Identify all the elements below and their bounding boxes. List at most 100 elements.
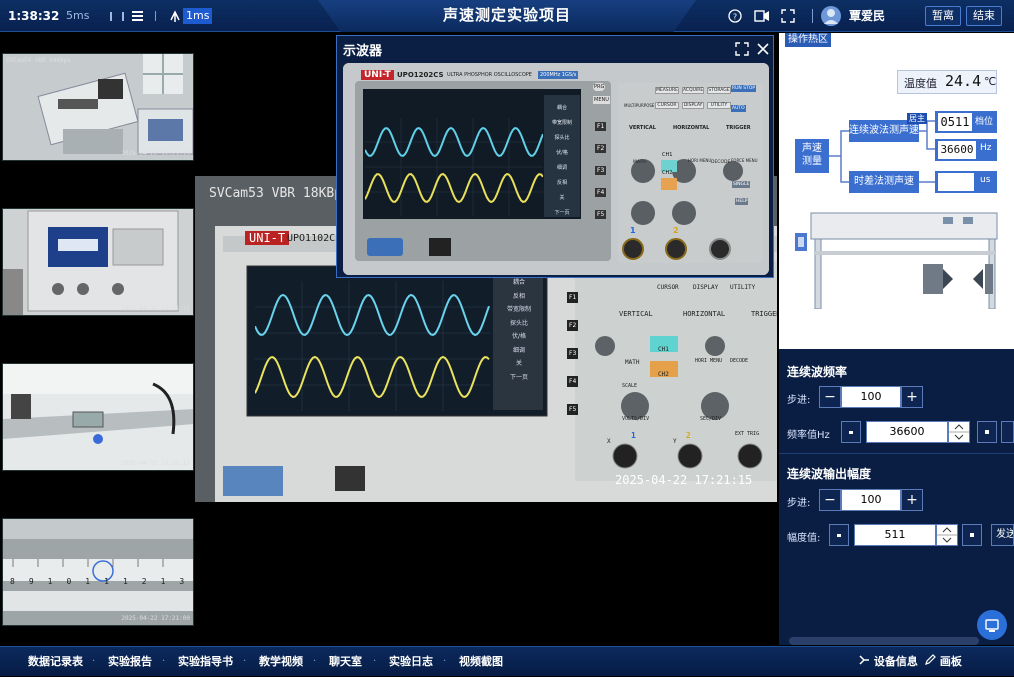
osc-ch2-button[interactable]: CH2	[662, 170, 672, 176]
latency-label: 5ms	[66, 9, 90, 22]
osc-button[interactable]: CURSOR	[655, 102, 679, 109]
osc-math-button[interactable]: MATH	[633, 160, 646, 165]
softmenu-item: 细调	[556, 165, 567, 171]
fkey: F5	[567, 404, 579, 415]
osc-force-button[interactable]: FORCE MENU	[731, 158, 758, 163]
camera-feed-overview[interactable]: SVCam54 VBR 64Kbps 2025-04-22 17:21:15	[2, 53, 194, 161]
camera-timestamp: 2025-04-22 17:21:15	[121, 305, 190, 312]
camera-timestamp: 2025-04-22 17:21:15	[121, 150, 190, 157]
device-info-link[interactable]: 设备信息	[858, 647, 918, 677]
nav-data-record[interactable]: 数据记录表	[28, 647, 83, 677]
help-icon[interactable]: ?	[728, 0, 742, 32]
osc-runstop-button[interactable]: RUN STOP	[731, 85, 757, 92]
nav-chat[interactable]: 聊天室	[329, 647, 362, 677]
camera-feed-generator[interactable]: 2025-04-22 17:21:15	[2, 208, 194, 316]
scope-knob-label: VOLTS/DIV	[622, 416, 650, 422]
horizontal-scrollbar[interactable]	[789, 637, 979, 645]
osc-spec: 200MHz 1GS/s	[538, 71, 579, 79]
nav-separator: ·	[162, 656, 166, 667]
scope-knob-label: SEC/DIV	[700, 416, 722, 422]
freq-decrease-button[interactable]	[841, 421, 861, 443]
camera-icon[interactable]	[754, 0, 770, 32]
fkey: F2	[567, 320, 579, 331]
osc-ch1-button[interactable]: CH1	[662, 152, 672, 158]
freq-step-increase-button[interactable]: +	[901, 386, 923, 408]
osc-help-button[interactable]: HELP	[735, 198, 749, 205]
fullscreen-icon[interactable]	[735, 41, 749, 60]
amp-spinner[interactable]	[936, 524, 958, 546]
freq-value-label: 频率值Hz	[787, 430, 830, 441]
nav-video[interactable]: 教学视频	[259, 647, 303, 677]
list-icon[interactable]	[131, 0, 145, 32]
freq-spinner[interactable]	[948, 421, 970, 443]
time-value	[938, 173, 974, 191]
nav-report[interactable]: 实验报告	[108, 647, 152, 677]
temperature-label: 温度值	[904, 77, 937, 90]
osc-button[interactable]: MEASURE	[655, 87, 679, 94]
username: 覃爱民	[849, 9, 886, 23]
freq-section-title: 连续波频率	[787, 365, 848, 379]
lab-overview-image	[3, 54, 193, 160]
osc-button[interactable]: DISPLAY	[681, 102, 705, 109]
canvas-link[interactable]: 画板	[924, 647, 962, 677]
amp-increase-button[interactable]	[962, 524, 982, 546]
freq-step-decrease-button[interactable]: −	[819, 386, 841, 408]
leave-button[interactable]: 暂离	[925, 6, 961, 26]
device-info-label: 设备信息	[873, 655, 918, 668]
freq-step-input[interactable]: 100	[841, 386, 901, 408]
nav-screenshot[interactable]: 视频截图	[459, 647, 503, 677]
fullscreen-icon[interactable]	[781, 0, 795, 32]
freq-value-input[interactable]: 36600	[866, 421, 948, 443]
ruler-scale: 891011121314	[10, 577, 193, 586]
amp-step-input[interactable]: 100	[841, 489, 901, 511]
osc-button[interactable]: ACQUIRE	[681, 87, 705, 94]
nav-log[interactable]: 实验日志	[389, 647, 433, 677]
waveform-display	[255, 281, 490, 411]
pencil-icon	[925, 654, 936, 665]
nav-separator: ·	[313, 656, 317, 667]
osc-menu-button[interactable]: MENU	[593, 96, 610, 104]
right-panel: 操作热区 温度值 24.4 ℃ 声速 测量 连续波法测声速 居主 时差法测声速 …	[779, 33, 1014, 645]
amp-decrease-button[interactable]	[829, 524, 849, 546]
fkey: F3	[567, 348, 579, 359]
waveform-display	[365, 118, 543, 216]
freq-send-button[interactable]	[1001, 421, 1014, 443]
scope-section: TRIGGER	[751, 310, 777, 318]
osc-button[interactable]: UTILITY	[707, 102, 731, 109]
fkey-button[interactable]: F1	[595, 122, 607, 131]
freq-increase-button[interactable]	[977, 421, 997, 443]
top-bar: 1:38:32 5ms 1ms 声速测定实验项目 ? 覃爱民 暂离 结束	[0, 0, 1014, 32]
osc-prog-button[interactable]: PRG	[593, 83, 606, 91]
osc-single-button[interactable]: SINGLE	[732, 181, 751, 188]
ping-label: 1ms	[183, 8, 213, 24]
time-unit: us	[980, 175, 991, 185]
measurement-node-timediff[interactable]: 时差法测声速	[849, 171, 919, 193]
oscilloscope-window[interactable]: 示波器 UNI-T UPO1202CS ULTRA PHOSPHOR OSCIL…	[336, 35, 774, 278]
osc-brand: UNI-T	[361, 70, 394, 80]
scope-btn: CURSOR	[657, 284, 679, 291]
amp-send-button[interactable]: 发送	[991, 524, 1014, 546]
osc-auto-button[interactable]: AUTO	[731, 105, 746, 112]
camera-feed-ruler[interactable]: 891011121314 2025-04-22 17:21:00	[2, 518, 194, 626]
osc-decode-button[interactable]: DECODE	[711, 160, 730, 165]
softmenu-item: 探头比	[509, 319, 528, 327]
avatar[interactable]	[820, 0, 842, 32]
fkey-button[interactable]: F3	[595, 166, 607, 175]
end-button[interactable]: 结束	[966, 6, 1002, 26]
scope-btn: CH1	[658, 346, 669, 353]
fkey-button[interactable]: F5	[595, 210, 607, 219]
ruler-tick: 12	[122, 577, 161, 586]
close-icon[interactable]	[756, 41, 770, 60]
amp-step-increase-button[interactable]: +	[901, 489, 923, 511]
nav-guide[interactable]: 实验指导书	[178, 647, 233, 677]
scope-port-label: X	[607, 438, 611, 445]
camera-feed-sensor[interactable]: 2025-04-22 17:21:17	[2, 363, 194, 471]
amp-step-decrease-button[interactable]: −	[819, 489, 841, 511]
screenshot-float-button[interactable]	[977, 610, 1007, 640]
window-header[interactable]: 示波器	[337, 36, 773, 61]
amp-value-input[interactable]: 511	[854, 524, 936, 546]
fkey-button[interactable]: F4	[595, 188, 607, 197]
fkey-button[interactable]: F2	[595, 144, 607, 153]
osc-horimenu-button[interactable]: HORI MENU	[688, 158, 711, 163]
osc-button[interactable]: STORAGE	[707, 87, 731, 94]
